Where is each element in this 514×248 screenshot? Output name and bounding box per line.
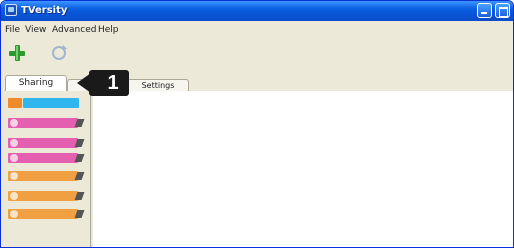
- refresh-icon: [52, 45, 67, 60]
- library-item[interactable]: [8, 118, 86, 128]
- media-icon: [10, 139, 18, 147]
- edit-icon[interactable]: [74, 210, 85, 218]
- refresh-button[interactable]: [49, 43, 69, 63]
- maximize-button[interactable]: [495, 3, 510, 18]
- library-item-accent: [8, 98, 22, 108]
- tab-sharing[interactable]: Sharing: [5, 75, 67, 92]
- plus-icon: [9, 45, 25, 61]
- app-window: TVersity File View Advanced Help Sharing…: [0, 0, 514, 248]
- menu-file[interactable]: File: [5, 25, 20, 35]
- library-item-bar: [8, 191, 78, 201]
- library-item-bar: [8, 138, 78, 148]
- menu-bar: File View Advanced Help: [1, 21, 513, 39]
- library-item[interactable]: [8, 153, 86, 163]
- title-bar[interactable]: TVersity: [1, 1, 513, 21]
- edit-icon[interactable]: [74, 119, 85, 127]
- media-icon: [10, 154, 18, 162]
- add-button[interactable]: [7, 43, 27, 63]
- library-item-bar: [8, 171, 78, 181]
- edit-icon[interactable]: [74, 154, 85, 162]
- library-item[interactable]: [8, 191, 86, 201]
- tversity-app-icon: [5, 4, 17, 16]
- library-item[interactable]: [8, 209, 86, 219]
- library-item-bar: [8, 118, 78, 128]
- media-icon: [10, 192, 18, 200]
- minimize-button[interactable]: [477, 3, 492, 18]
- media-icon: [10, 210, 18, 218]
- library-item[interactable]: [8, 138, 86, 148]
- library-item[interactable]: [8, 98, 86, 108]
- menu-advanced[interactable]: Advanced: [52, 25, 96, 35]
- edit-icon[interactable]: [74, 192, 85, 200]
- toolbar: [1, 39, 513, 65]
- menu-help[interactable]: Help: [98, 25, 119, 35]
- edit-icon[interactable]: [74, 139, 85, 147]
- step-callout: 1: [89, 70, 129, 96]
- edit-icon[interactable]: [74, 172, 85, 180]
- library-item-bar: [8, 153, 78, 163]
- content-pane: [93, 91, 513, 247]
- menu-view[interactable]: View: [25, 25, 46, 35]
- media-icon: [10, 119, 18, 127]
- library-item-bar: [23, 98, 79, 108]
- window-title: TVersity: [21, 5, 68, 16]
- library-item[interactable]: [8, 171, 86, 181]
- library-sidebar: [5, 91, 91, 247]
- media-icon: [10, 172, 18, 180]
- library-item-bar: [8, 209, 78, 219]
